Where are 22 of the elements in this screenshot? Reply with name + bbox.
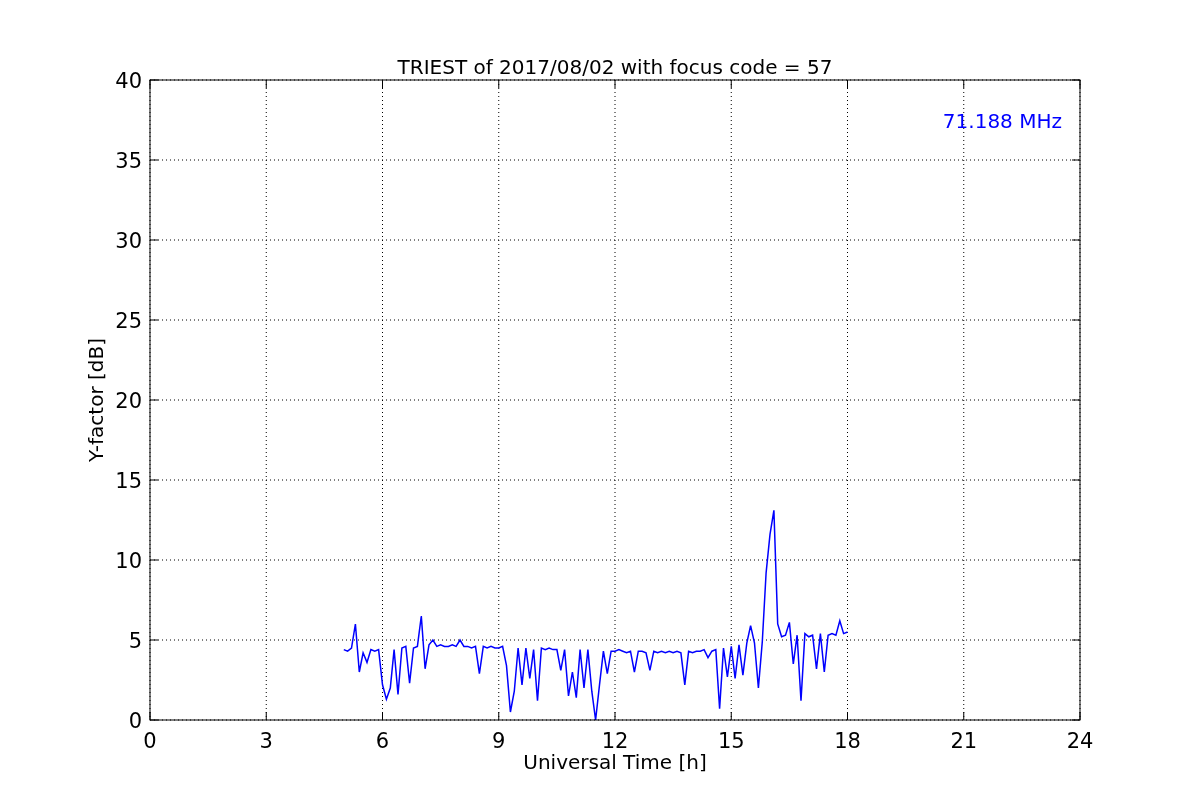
tick-label: 40 xyxy=(115,69,142,93)
tick-label: 21 xyxy=(950,729,978,753)
tick-label: 3 xyxy=(259,729,273,753)
tick-label: 18 xyxy=(834,729,861,753)
chart-title: TRIEST of 2017/08/02 with focus code = 57 xyxy=(397,55,833,79)
tick-label: 5 xyxy=(128,629,142,653)
tick-label: 12 xyxy=(601,729,629,753)
tick-label: 15 xyxy=(115,469,142,493)
x-axis-label: Universal Time [h] xyxy=(523,750,707,774)
tick-label: 20 xyxy=(115,389,142,413)
tick-label: 35 xyxy=(115,149,142,173)
tick-label: 25 xyxy=(115,309,142,333)
tick-label: 15 xyxy=(717,729,745,753)
tick-label: 0 xyxy=(143,729,157,753)
y-axis-label: Y-factor [dB] xyxy=(84,338,108,462)
tick-label: 10 xyxy=(115,549,142,573)
tick-label: 6 xyxy=(375,729,390,753)
tick-label: 9 xyxy=(492,729,506,753)
tick-label: 30 xyxy=(115,229,142,253)
tick-label: 24 xyxy=(1066,729,1094,753)
legend-label: 71.188 MHz xyxy=(942,109,1062,133)
tick-label: 0 xyxy=(128,709,142,733)
